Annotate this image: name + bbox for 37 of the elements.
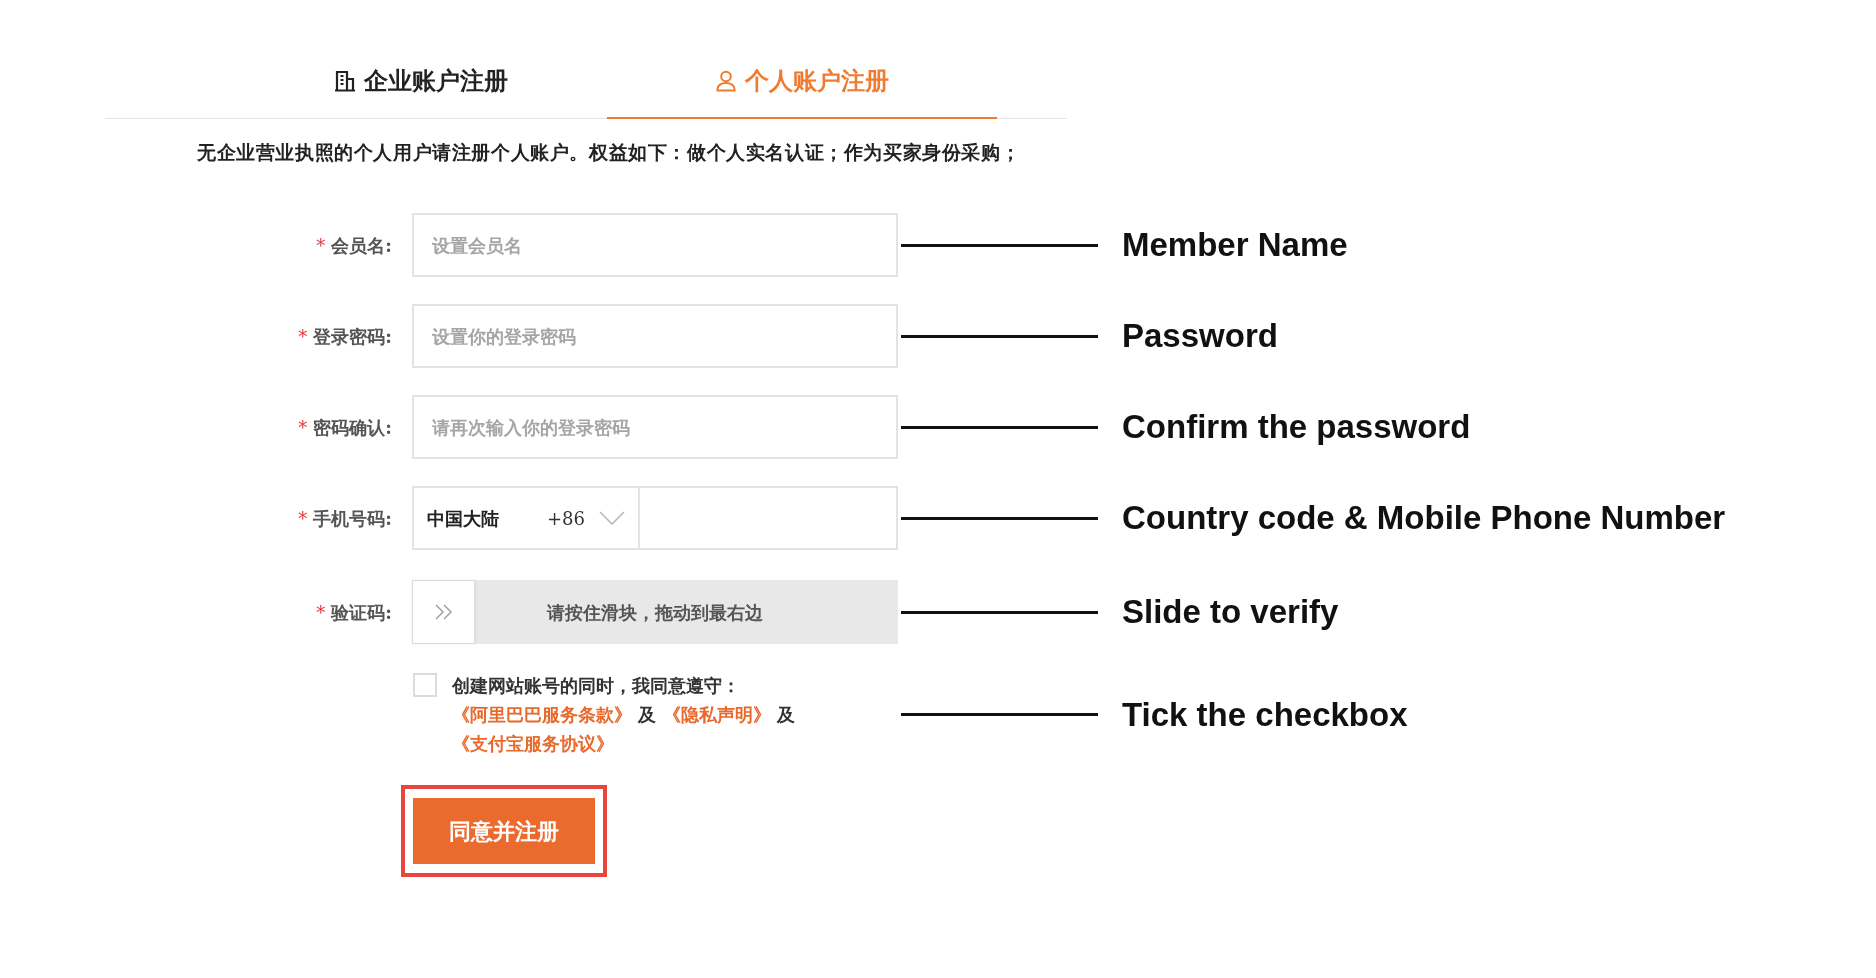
callout-label: Confirm the password xyxy=(1122,407,1471,447)
agreement-link[interactable]: 《隐私声明》 xyxy=(662,704,771,725)
slider-handle[interactable] xyxy=(412,580,475,644)
callout-label: Tick the checkbox xyxy=(1122,694,1408,735)
required-mark: * xyxy=(316,600,326,625)
field-label: 登录密码: xyxy=(313,324,392,349)
country-select[interactable]: 中国大陆 +86 xyxy=(412,486,640,550)
field-label: 会员名: xyxy=(331,233,392,258)
tab[interactable]: 企业账户注册 xyxy=(235,56,607,119)
slider-track[interactable]: 请按住滑块，拖动到最右边 xyxy=(412,580,898,644)
input-field[interactable]: 设置会员名 xyxy=(412,213,898,277)
field-label: 验证码: xyxy=(331,600,392,625)
callout-label: Password xyxy=(1122,316,1278,356)
notice-text: 无企业营业执照的个人用户请注册个人账户。权益如下：做个人实名认证；作为买家身份采购； xyxy=(197,140,1022,165)
required-mark: * xyxy=(298,415,308,440)
input-field[interactable]: 设置你的登录密码 xyxy=(412,304,898,368)
agreement-link[interactable]: 《阿里巴巴服务条款》 xyxy=(452,704,632,725)
required-mark: * xyxy=(298,506,308,531)
field-label: 手机号码: xyxy=(313,506,392,531)
field-label: 密码确认: xyxy=(313,415,392,440)
double-chevron-icon xyxy=(433,603,454,621)
person-icon xyxy=(715,70,737,92)
required-mark: * xyxy=(316,233,326,258)
slider-hint: 请按住滑块，拖动到最右边 xyxy=(547,600,763,625)
callout-label: Country code & Mobile Phone Number xyxy=(1122,498,1726,538)
phone-input[interactable] xyxy=(640,486,898,550)
agreement-text: 创建网站账号的同时，我同意遵守： 《阿里巴巴服务条款》 及 《隐私声明》 及 《支付宝服务协议》 xyxy=(452,674,796,756)
checkbox[interactable] xyxy=(413,673,437,697)
agreement-link[interactable]: 《支付宝服务协议》 xyxy=(452,733,614,754)
building-icon xyxy=(334,70,356,92)
chevron-down-icon xyxy=(599,511,625,525)
input-field[interactable]: 请再次输入你的登录密码 xyxy=(412,395,898,459)
callout-label: Slide to verify xyxy=(1122,592,1339,632)
register-button[interactable]: 同意并注册 xyxy=(413,798,595,864)
callout-label: Member Name xyxy=(1122,225,1348,265)
tab[interactable]: 个人账户注册 xyxy=(607,56,997,119)
required-mark: * xyxy=(298,324,308,349)
